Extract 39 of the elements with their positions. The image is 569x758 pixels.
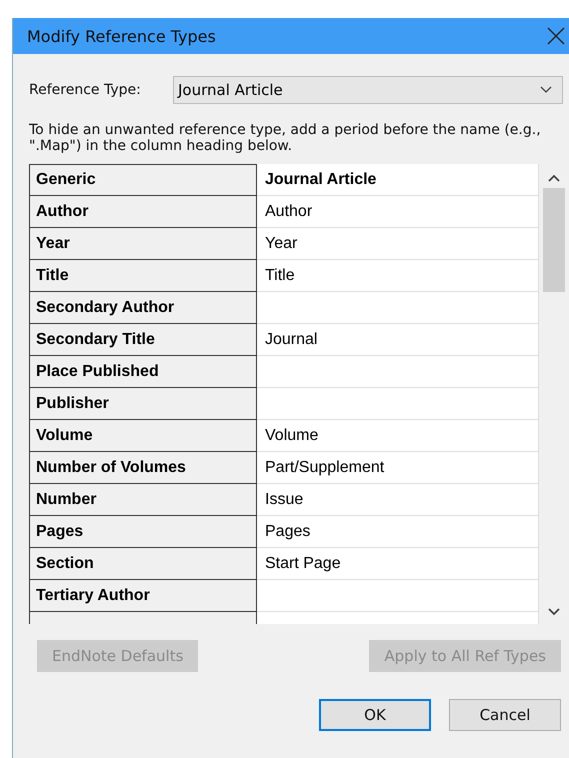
reference-type-dropdown[interactable]: Journal Article: [173, 76, 563, 104]
table-cell[interactable]: [257, 292, 539, 324]
table-cell: Number: [29, 484, 257, 516]
table-cell: Title: [29, 260, 257, 292]
table-cell: Secondary Author: [29, 292, 257, 324]
reference-type-label: Reference Type:: [29, 82, 142, 98]
instructions-text: To hide an unwanted reference type, add a period before the name (e.g., ".Map") in the column heading below.: [29, 122, 542, 154]
table-cell[interactable]: [257, 388, 539, 420]
table-header[interactable]: Journal Article: [257, 164, 539, 196]
table-cell: Section: [29, 548, 257, 580]
table-cell[interactable]: Pages: [257, 516, 539, 548]
table-cell[interactable]: Year: [257, 228, 539, 260]
table-cell[interactable]: Author: [257, 196, 539, 228]
table-cell[interactable]: [257, 580, 539, 612]
table-cell: Tertiary Author: [29, 580, 257, 612]
table-cell: Pages: [29, 516, 257, 548]
table-cell: Author: [29, 196, 257, 228]
close-icon[interactable]: [547, 27, 565, 45]
ok-button[interactable]: OK: [319, 699, 431, 731]
cancel-button[interactable]: Cancel: [449, 699, 561, 731]
table-cell: Number of Volumes: [29, 452, 257, 484]
table-cell[interactable]: Journal: [257, 324, 539, 356]
table-cell: Year: [29, 228, 257, 260]
table-cell[interactable]: Issue: [257, 484, 539, 516]
table-header: Generic: [29, 164, 257, 196]
table-cell: Volume: [29, 420, 257, 452]
table-cell[interactable]: Title: [257, 260, 539, 292]
scroll-up-icon[interactable]: [548, 174, 560, 182]
table-cell: Place Published: [29, 356, 257, 388]
table-cell[interactable]: Volume: [257, 420, 539, 452]
table-cell: Publisher: [29, 388, 257, 420]
table-cell[interactable]: Part/Supplement: [257, 452, 539, 484]
scrollbar-thumb[interactable]: [542, 188, 564, 292]
table-cell[interactable]: Start Page: [257, 548, 539, 580]
table-cell[interactable]: [257, 356, 539, 388]
chevron-down-icon: [540, 86, 552, 94]
window-title: Modify Reference Types: [27, 26, 216, 46]
table-cell: Secondary Title: [29, 324, 257, 356]
scroll-down-icon[interactable]: [548, 608, 560, 616]
